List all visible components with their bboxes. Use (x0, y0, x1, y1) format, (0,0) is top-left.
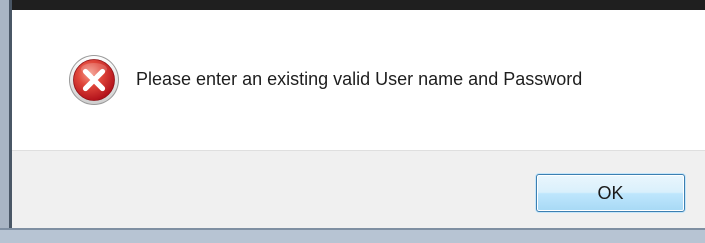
screenshot: Please enter an existing valid User name… (0, 0, 705, 243)
ok-button[interactable]: OK (536, 174, 685, 212)
window-frame-bottom (0, 228, 705, 243)
window-frame-top (9, 0, 705, 10)
button-strip: OK (12, 150, 705, 228)
error-icon (68, 54, 120, 106)
error-dialog: Please enter an existing valid User name… (12, 10, 705, 228)
dialog-content: Please enter an existing valid User name… (12, 10, 705, 150)
error-message: Please enter an existing valid User name… (136, 69, 583, 89)
